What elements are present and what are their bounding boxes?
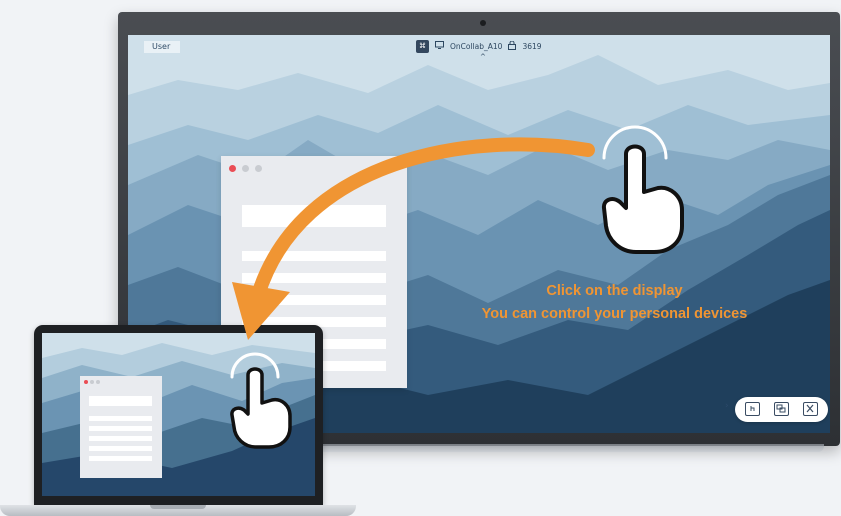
hand-pointer-icon: [601, 125, 684, 254]
control-arrow: [232, 137, 595, 340]
hand-pointer-icon: [230, 352, 292, 449]
arrow-head: [232, 282, 290, 340]
arrow-shaft: [251, 137, 595, 302]
